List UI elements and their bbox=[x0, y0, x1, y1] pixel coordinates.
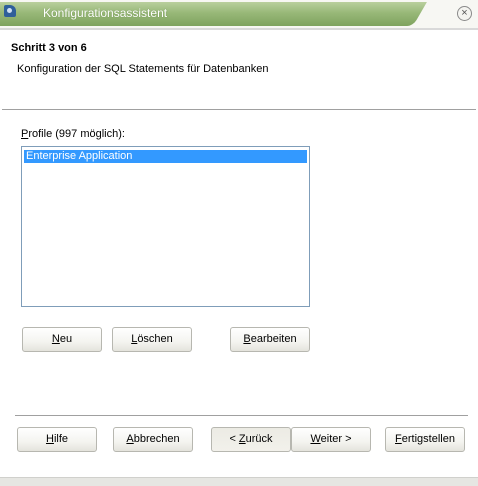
delete-button[interactable]: Löschen bbox=[112, 327, 192, 352]
edit-button[interactable]: Bearbeiten bbox=[230, 327, 310, 352]
profiles-label: Profile (997 möglich): bbox=[21, 128, 125, 140]
window-title: Konfigurationsassistent bbox=[43, 6, 168, 20]
cancel-button[interactable]: Abbrechen bbox=[113, 427, 193, 452]
new-button-mnemonic: N bbox=[51, 333, 60, 345]
footer-separator bbox=[15, 415, 468, 417]
step-title: Schritt 3 von 6 bbox=[11, 42, 87, 54]
window-bottom-edge bbox=[0, 477, 478, 486]
close-button[interactable]: × bbox=[457, 6, 472, 21]
app-icon bbox=[4, 5, 16, 17]
close-icon: × bbox=[461, 7, 468, 19]
delete-button-label: öschen bbox=[137, 333, 173, 345]
step-description: Konfiguration der SQL Statements für Dat… bbox=[17, 63, 269, 75]
header-separator bbox=[2, 109, 476, 111]
help-button-label: ilfe bbox=[53, 433, 68, 445]
finish-button[interactable]: Fertigstellen bbox=[385, 427, 465, 452]
help-button-mnemonic: H bbox=[45, 433, 54, 445]
title-bar: Konfigurationsassistent × bbox=[0, 0, 478, 28]
edit-button-mnemonic: B bbox=[243, 333, 251, 345]
back-button-prefix: < bbox=[229, 433, 239, 445]
list-item[interactable]: Enterprise Application bbox=[24, 150, 307, 163]
profiles-label-text: rofile (997 möglich): bbox=[28, 128, 125, 140]
next-button-label: eiter > bbox=[320, 433, 352, 445]
next-button[interactable]: Weiter > bbox=[291, 427, 371, 452]
cancel-button-mnemonic: A bbox=[126, 433, 134, 445]
finish-button-label: ertigstellen bbox=[401, 433, 455, 445]
new-button-label: eu bbox=[59, 333, 73, 345]
finish-button-mnemonic: F bbox=[395, 433, 402, 445]
help-button[interactable]: Hilfe bbox=[17, 427, 97, 452]
back-button-label: urück bbox=[245, 433, 273, 445]
profiles-list[interactable]: Enterprise Application bbox=[21, 146, 310, 307]
next-button-mnemonic: W bbox=[310, 433, 321, 445]
back-button-mnemonic: Z bbox=[238, 433, 246, 445]
new-button[interactable]: Neu bbox=[22, 327, 102, 352]
title-bar-divider bbox=[0, 28, 478, 30]
cancel-button-label: bbrechen bbox=[133, 433, 180, 445]
back-button[interactable]: < Zurück bbox=[211, 427, 291, 452]
edit-button-label: earbeiten bbox=[250, 333, 297, 345]
